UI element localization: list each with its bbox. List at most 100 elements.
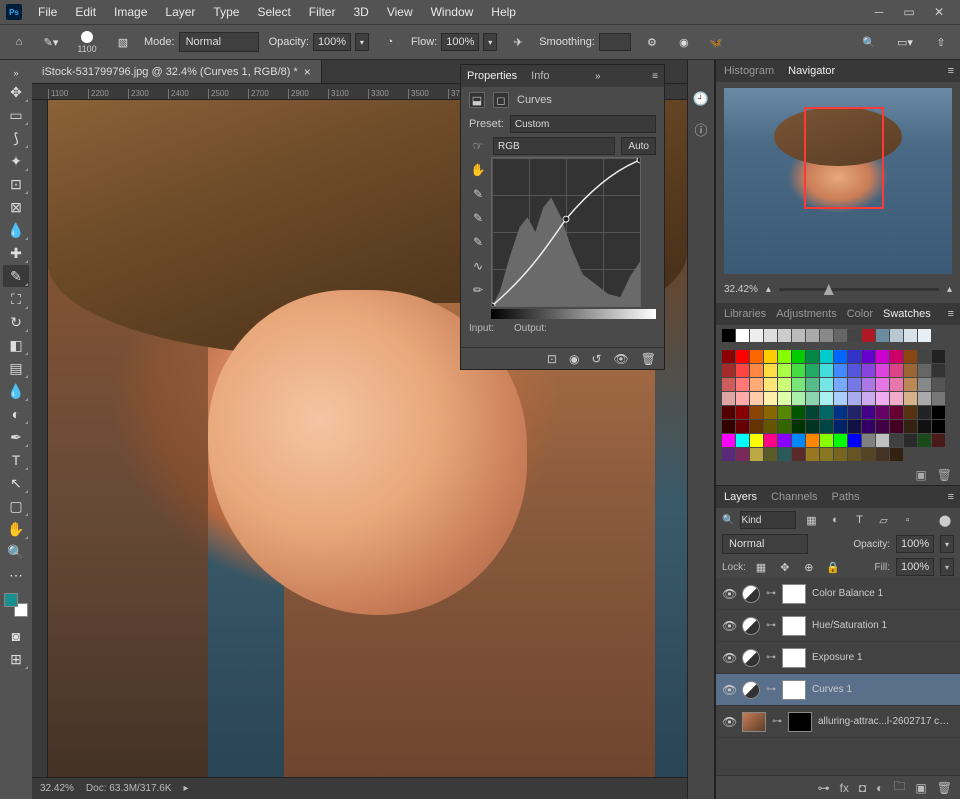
swatch[interactable]	[806, 392, 819, 405]
layer-mask-thumb[interactable]	[782, 584, 806, 604]
pen-tool[interactable]: ✒	[3, 426, 29, 448]
close-button[interactable]: ✕	[932, 5, 946, 19]
panel-menu-icon[interactable]: ≡	[652, 71, 664, 82]
swatch[interactable]	[792, 392, 805, 405]
lasso-tool[interactable]: ⟆	[3, 127, 29, 149]
layer-name[interactable]: Hue/Saturation 1	[812, 620, 954, 631]
swatch[interactable]	[834, 364, 847, 377]
swatch[interactable]	[862, 434, 875, 447]
swatch[interactable]	[932, 434, 945, 447]
swatch[interactable]	[778, 364, 791, 377]
layer-blend-select[interactable]: Normal	[722, 534, 808, 554]
swatch[interactable]	[764, 406, 777, 419]
swatch[interactable]	[918, 392, 931, 405]
path-select-tool[interactable]: ↖	[3, 472, 29, 494]
swatch[interactable]	[778, 392, 791, 405]
layer-mask-thumb[interactable]	[782, 648, 806, 668]
layer-name[interactable]: Color Balance 1	[812, 588, 954, 599]
swatch[interactable]	[778, 434, 791, 447]
swatch[interactable]	[764, 448, 777, 461]
swatch[interactable]	[904, 392, 917, 405]
filter-pixel-icon[interactable]: ▦	[802, 511, 820, 529]
swatch[interactable]	[890, 378, 903, 391]
smoothing-input[interactable]	[599, 33, 631, 51]
swatch[interactable]	[834, 420, 847, 433]
swatch[interactable]	[750, 329, 763, 342]
menu-edit[interactable]: Edit	[67, 1, 104, 23]
layer-mask-thumb[interactable]	[788, 712, 812, 732]
mask-icon[interactable]: ◻	[493, 92, 509, 108]
swatch[interactable]	[764, 364, 777, 377]
swatch[interactable]	[750, 448, 763, 461]
swatch[interactable]	[904, 329, 917, 342]
swatch[interactable]	[820, 364, 833, 377]
zoom-tool[interactable]: 🔍	[3, 541, 29, 563]
new-swatch-icon[interactable]: ▣	[915, 468, 926, 482]
swatch[interactable]	[904, 378, 917, 391]
visibility-icon[interactable]: 👁	[722, 715, 736, 729]
swatch[interactable]	[848, 329, 861, 342]
zoom-slider[interactable]	[779, 288, 939, 291]
document-tab[interactable]: iStock-531799796.jpg @ 32.4% (Curves 1, …	[32, 60, 322, 83]
swatch[interactable]	[932, 392, 945, 405]
preset-select[interactable]: Custom	[510, 115, 656, 133]
swatch[interactable]	[792, 420, 805, 433]
airbrush-icon[interactable]: ✈	[507, 31, 529, 53]
shape-tool[interactable]: ▢	[3, 495, 29, 517]
swatch[interactable]	[778, 378, 791, 391]
swatch[interactable]	[806, 364, 819, 377]
edit-points-icon[interactable]: ∿	[469, 257, 487, 275]
tab-channels[interactable]: Channels	[771, 491, 817, 503]
panel-menu-icon[interactable]: ≡	[948, 65, 960, 77]
tab-swatches[interactable]: Swatches	[883, 308, 931, 320]
home-icon[interactable]: ⌂	[8, 31, 30, 53]
swatch[interactable]	[750, 406, 763, 419]
swatch[interactable]	[918, 434, 931, 447]
navigator-viewport-box[interactable]	[804, 107, 884, 209]
swatch[interactable]	[834, 392, 847, 405]
swatch[interactable]	[764, 378, 777, 391]
layer-row[interactable]: 👁⊶alluring-attrac...l-2602717 copy	[716, 706, 960, 738]
layer-filter-kind[interactable]: Kind	[740, 511, 796, 529]
swatch[interactable]	[750, 392, 763, 405]
type-tool[interactable]: T	[3, 449, 29, 471]
swatch[interactable]	[862, 448, 875, 461]
brush-tool[interactable]: ✎	[3, 265, 29, 287]
brush-panel-icon[interactable]: ▧	[112, 31, 134, 53]
swatch[interactable]	[862, 420, 875, 433]
clip-icon[interactable]: ⊡	[547, 352, 557, 366]
swatch[interactable]	[890, 420, 903, 433]
swatch[interactable]	[820, 329, 833, 342]
swatch[interactable]	[876, 350, 889, 363]
auto-button[interactable]: Auto	[621, 137, 656, 155]
swatch[interactable]	[904, 364, 917, 377]
swatch[interactable]	[722, 448, 735, 461]
swatch[interactable]	[764, 329, 777, 342]
swatch[interactable]	[834, 350, 847, 363]
swatch[interactable]	[806, 329, 819, 342]
swatch[interactable]	[820, 392, 833, 405]
fill-input[interactable]	[896, 558, 934, 576]
tab-color[interactable]: Color	[847, 308, 873, 320]
white-point-icon[interactable]: ✎	[469, 185, 487, 203]
layer-mask-icon[interactable]: ◘	[859, 781, 866, 795]
swatch[interactable]	[862, 392, 875, 405]
swatch[interactable]	[848, 378, 861, 391]
swatch[interactable]	[834, 448, 847, 461]
swatch[interactable]	[806, 448, 819, 461]
swatch[interactable]	[736, 392, 749, 405]
swatch[interactable]	[750, 420, 763, 433]
swatch[interactable]	[722, 378, 735, 391]
swatch[interactable]	[764, 434, 777, 447]
visibility-icon[interactable]: 👁	[722, 651, 736, 665]
swatch[interactable]	[904, 406, 917, 419]
swatch[interactable]	[778, 448, 791, 461]
eyedropper-tool[interactable]: 💧	[3, 219, 29, 241]
swatch[interactable]	[820, 420, 833, 433]
layer-mask-thumb[interactable]	[782, 680, 806, 700]
swatch[interactable]	[722, 420, 735, 433]
gradient-tool[interactable]: ▤	[3, 357, 29, 379]
move-tool[interactable]: ✥	[3, 81, 29, 103]
swatch[interactable]	[904, 420, 917, 433]
input-gradient[interactable]	[491, 309, 656, 319]
